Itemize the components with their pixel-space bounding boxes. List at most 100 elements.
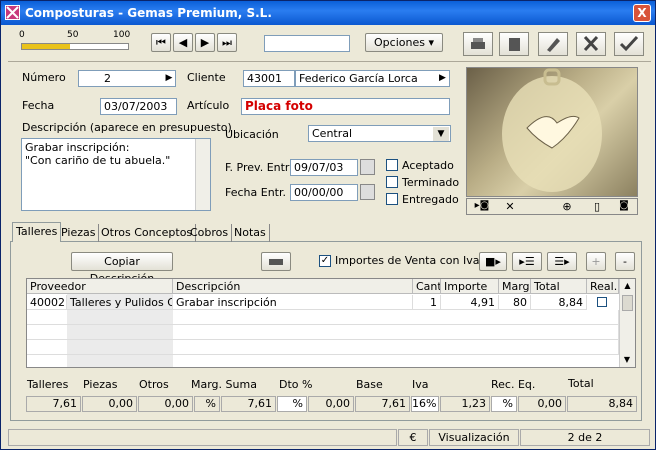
tab-cobros[interactable]: Cobros <box>187 224 233 242</box>
photo-delete-icon[interactable]: ✕ <box>499 200 521 214</box>
descripcion-scrollbar[interactable] <box>195 139 210 210</box>
fecha-field[interactable]: 03/07/2003 <box>100 98 177 115</box>
numero-arrow-icon[interactable]: ▶ <box>164 72 174 85</box>
total-label-piezas: Piezas <box>83 378 118 391</box>
descripcion-textarea[interactable]: Grabar inscripción: "Con cariño de tu ab… <box>21 138 211 211</box>
total-label-otros: Otros <box>139 378 169 391</box>
append-line-button[interactable]: ☰▸ <box>547 252 577 271</box>
tab-notas[interactable]: Notas <box>231 224 270 242</box>
row-real-checkbox[interactable] <box>597 297 607 307</box>
entregado-label: Entregado <box>402 193 459 206</box>
search-input[interactable] <box>264 35 350 52</box>
numero-field[interactable]: 2 <box>78 70 176 87</box>
grid-scrollbar[interactable]: ▲ ▼ <box>619 279 635 367</box>
rec-eq-pct-field[interactable]: % <box>491 396 517 412</box>
print-talleres-button[interactable] <box>261 252 291 271</box>
cancel-button[interactable] <box>576 32 606 56</box>
cliente-arrow-icon[interactable]: ▶ <box>437 72 448 85</box>
photo-scan-icon[interactable]: ◙ <box>613 200 635 214</box>
empty-row <box>27 340 619 355</box>
photo-document-icon[interactable]: ▯ <box>587 200 607 214</box>
zoom-level-fill <box>22 44 70 49</box>
tab-piezas[interactable]: Piezas <box>58 224 100 242</box>
iva-pct-field[interactable]: 16% <box>411 396 439 412</box>
fprev-field[interactable]: 09/07/03 <box>290 159 358 176</box>
print-button[interactable] <box>463 32 493 56</box>
scroll-up-icon[interactable]: ▲ <box>620 279 635 293</box>
remove-button[interactable]: - <box>615 252 635 271</box>
iva-total: 1,23 <box>440 396 490 412</box>
cliente-code-field[interactable]: 43001 <box>243 70 295 87</box>
otros-total: 0,00 <box>138 396 193 412</box>
importes-iva-label: Importes de Venta con Iva <box>335 254 480 267</box>
total-label-dto: Dto % <box>279 378 313 391</box>
header-descripcion: Descripción <box>173 279 413 294</box>
fprev-label: F. Prev. Entr <box>225 161 290 174</box>
last-record-button[interactable]: ⏭ <box>217 33 237 52</box>
tab-talleres[interactable]: Talleres <box>12 222 62 242</box>
photo-camera-icon[interactable]: ▸◙ <box>469 200 495 214</box>
insert-line-button[interactable]: ▸☰ <box>512 252 542 271</box>
importes-iva-checkbox[interactable]: ✓ <box>319 255 331 267</box>
opciones-button[interactable]: Opciones ▾ <box>365 33 443 52</box>
header-importe: Importe <box>441 279 499 294</box>
header-proveedor: Proveedor <box>27 279 173 294</box>
terminado-label: Terminado <box>402 176 460 189</box>
row-descripcion[interactable]: Grabar inscripción <box>173 295 413 310</box>
total-label-marg-suma: Marg. Suma <box>191 378 257 391</box>
row-proveedor-code[interactable]: 40002 <box>27 295 67 310</box>
scroll-down-icon[interactable]: ▼ <box>620 353 634 367</box>
copiar-descripcion-button[interactable]: Copiar Descripción <box>71 252 173 285</box>
close-button[interactable]: X <box>633 4 651 22</box>
entregado-checkbox[interactable] <box>386 193 398 205</box>
next-record-button[interactable]: ▶ <box>195 33 215 52</box>
ubicacion-dropdown-icon[interactable]: ▼ <box>433 127 449 141</box>
first-record-button[interactable]: ⏮ <box>151 33 171 52</box>
pct-symbol: % <box>194 396 220 412</box>
base-total: 7,61 <box>355 396 410 412</box>
empty-row <box>27 325 619 340</box>
header-total: Total <box>531 279 587 294</box>
tab-otros-conceptos[interactable]: Otros Conceptos <box>98 224 197 242</box>
rec-eq-total: 0,00 <box>518 396 566 412</box>
status-page: 2 de 2 <box>520 429 650 446</box>
row-importe[interactable]: 4,91 <box>441 295 499 310</box>
scroll-thumb[interactable] <box>622 295 633 311</box>
row-cant[interactable]: 1 <box>413 295 441 310</box>
add-button[interactable]: + <box>586 252 606 271</box>
copy-button[interactable] <box>499 32 529 56</box>
total-label-total: Total <box>568 377 594 390</box>
fprev-calendar-icon[interactable] <box>360 159 375 175</box>
dto-total: 0,00 <box>308 396 354 412</box>
row-total[interactable]: 8,84 <box>531 295 587 310</box>
prev-record-button[interactable]: ◀ <box>173 33 193 52</box>
dto-pct-field[interactable]: % <box>277 396 307 412</box>
ubicacion-label: Ubicación <box>225 128 279 141</box>
marg-suma-total: 7,61 <box>221 396 276 412</box>
descripcion-line-1: Grabar inscripción: <box>25 141 130 154</box>
photo-zoom-icon[interactable]: ⊕ <box>557 200 577 214</box>
articulo-field[interactable]: Placa foto <box>241 98 450 115</box>
aceptado-label: Aceptado <box>402 159 454 172</box>
cliente-name-field[interactable]: Federico García Lorca <box>295 70 450 87</box>
ubicacion-select[interactable]: Central <box>308 125 451 142</box>
edit-button[interactable] <box>538 32 568 56</box>
total-label-rec-eq: Rec. Eq. <box>491 378 536 391</box>
total-label-talleres: Talleres <box>27 378 69 391</box>
articulo-label: Artículo <box>187 99 230 112</box>
product-photo <box>466 67 638 197</box>
header-real: Real. <box>587 279 619 294</box>
numero-label: Número <box>22 71 66 84</box>
aceptado-checkbox[interactable] <box>386 159 398 171</box>
fentr-field[interactable]: 00/00/00 <box>290 184 358 201</box>
zoom-slider[interactable] <box>21 43 129 50</box>
descripcion-line-2: "Con cariño de tu abuela." <box>25 154 171 167</box>
row-marg[interactable]: 80 <box>499 295 531 310</box>
accept-button[interactable] <box>614 32 644 56</box>
row-proveedor-name[interactable]: Talleres y Pulidos Gar <box>67 295 173 310</box>
fentr-calendar-icon[interactable] <box>360 184 375 200</box>
insert-row-button[interactable]: ■▸ <box>479 252 507 271</box>
photo-toolbar: ▸◙ ✕ ⊕ ▯ ◙ <box>466 198 638 215</box>
terminado-checkbox[interactable] <box>386 176 398 188</box>
fecha-label: Fecha <box>22 99 55 112</box>
